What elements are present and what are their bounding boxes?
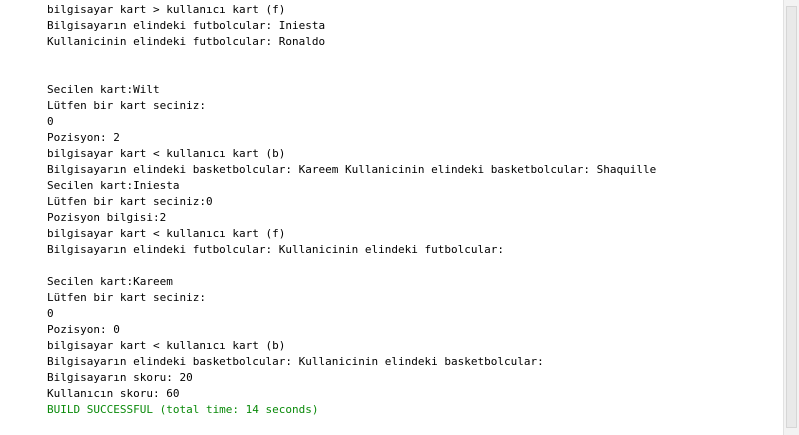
console-line: Kullanicinin elindeki futbolcular: Ronal…	[47, 35, 326, 48]
console-line: 0	[47, 307, 54, 320]
console-line: Kullanıcın skoru: 60	[47, 387, 180, 400]
console-line: Secilen kart:Iniesta	[47, 179, 180, 192]
vertical-scrollbar[interactable]	[783, 0, 799, 435]
console-line: Pozisyon bilgisi:2	[47, 211, 167, 224]
console-line: bilgisayar kart < kullanıcı kart (b)	[47, 339, 286, 352]
console-line: Lütfen bir kart seciniz:	[47, 99, 206, 112]
scrollbar-thumb[interactable]	[786, 6, 797, 428]
console-line: Bilgisayarın elindeki basketbolcular: Ka…	[47, 163, 657, 176]
console-line: bilgisayar kart < kullanıcı kart (f)	[47, 227, 286, 240]
console-line: 0	[47, 115, 54, 128]
console-line: Pozisyon: 2	[47, 131, 120, 144]
console-line: Secilen kart:Wilt	[47, 83, 160, 96]
console-line: Bilgisayarın elindeki futbolcular: Kulla…	[47, 243, 504, 256]
output-window: bilgisayar kart > kullanıcı kart (f) Bilg…	[0, 0, 799, 435]
build-status-line: BUILD SUCCESSFUL (total time: 14 seconds…	[47, 403, 319, 416]
console-line: Bilgisayarın skoru: 20	[47, 371, 193, 384]
console-line: Bilgisayarın elindeki basketbolcular: Ku…	[47, 355, 544, 368]
console-line: Secilen kart:Kareem	[47, 275, 173, 288]
console-output-text: bilgisayar kart > kullanıcı kart (f) Bilg…	[47, 2, 783, 418]
console-line: bilgisayar kart < kullanıcı kart (b)	[47, 147, 286, 160]
console-line: Lütfen bir kart seciniz:0	[47, 195, 213, 208]
console-line: Bilgisayarın elindeki futbolcular: Inies…	[47, 19, 326, 32]
console-output-pane[interactable]: bilgisayar kart > kullanıcı kart (f) Bilg…	[0, 0, 783, 435]
console-line: bilgisayar kart > kullanıcı kart (f)	[47, 3, 286, 16]
console-line: Lütfen bir kart seciniz:	[47, 291, 206, 304]
console-line: Pozisyon: 0	[47, 323, 120, 336]
